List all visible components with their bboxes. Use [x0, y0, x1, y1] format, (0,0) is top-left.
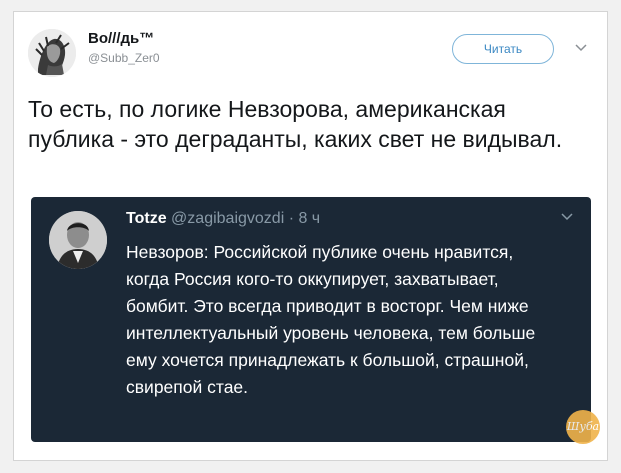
watermark-logo: Шуба	[566, 410, 600, 444]
avatar-illustration-icon	[28, 29, 76, 77]
author-name[interactable]: Во///дь™	[88, 30, 160, 47]
avatar-photo-icon	[49, 211, 107, 269]
quoted-author-name[interactable]: Totze	[126, 210, 167, 227]
quoted-author-avatar[interactable]	[49, 211, 107, 269]
quoted-header: Totze @zagibaigvozdi · 8 ч	[126, 210, 320, 228]
quoted-tweet[interactable]: Totze @zagibaigvozdi · 8 ч Невзоров: Рос…	[31, 197, 591, 442]
author-info: Во///дь™ @Subb_Zer0	[88, 30, 160, 65]
author-handle[interactable]: @Subb_Zer0	[88, 51, 160, 65]
chevron-down-icon[interactable]	[575, 44, 587, 52]
follow-button[interactable]: Читать	[452, 34, 554, 64]
tweet-text: То есть, по логике Невзорова, американск…	[28, 96, 563, 152]
chevron-down-icon[interactable]	[561, 213, 573, 221]
tweet-card: Во///дь™ @Subb_Zer0 Читать То есть, по л…	[13, 11, 608, 461]
quoted-author-meta[interactable]: @zagibaigvozdi · 8 ч	[171, 210, 320, 227]
author-avatar[interactable]	[28, 29, 76, 77]
quoted-text: Невзоров: Российской публике очень нрави…	[126, 242, 536, 397]
